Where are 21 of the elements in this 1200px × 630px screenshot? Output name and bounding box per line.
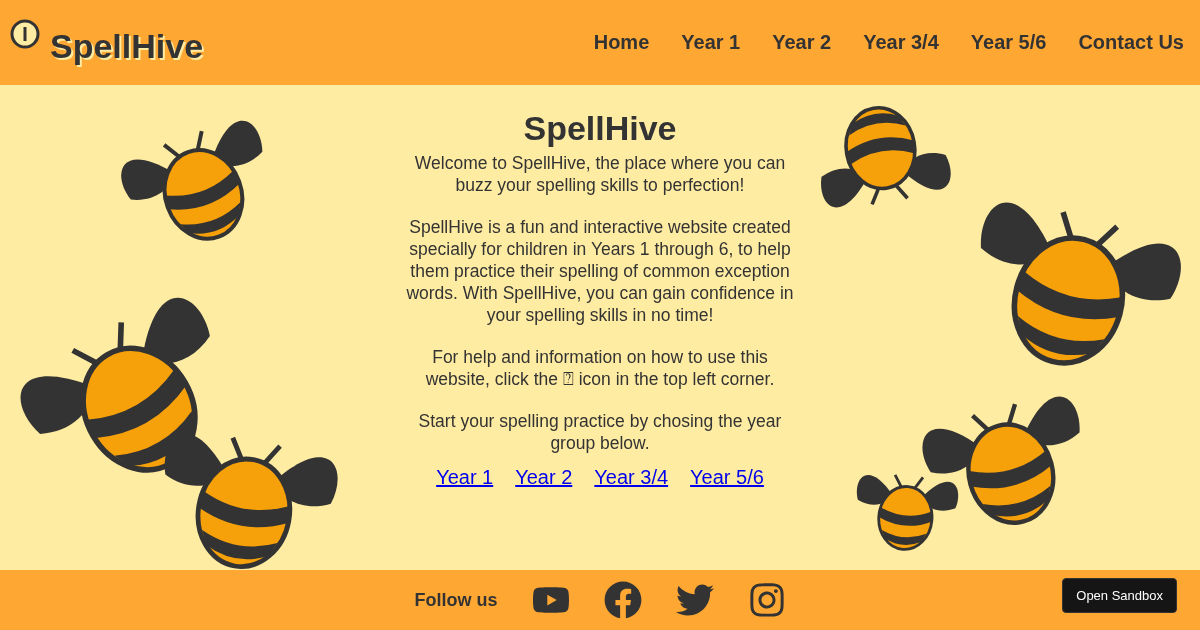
year-link[interactable]: Year 1 <box>436 466 494 489</box>
intro-paragraph: For help and information on how to use this website, click the ⍰ icon in the top left corner. <box>424 346 776 390</box>
site-logo[interactable]: SpellHive <box>50 27 204 66</box>
nav-link[interactable]: Year 5/6 <box>970 31 1047 54</box>
camera-icon[interactable] <box>747 581 786 619</box>
nav-link[interactable]: Home <box>593 31 650 54</box>
intro-paragraph: Start your spelling practice by chosing the year group below. <box>417 410 783 454</box>
year-link[interactable]: Year 5/6 <box>690 466 764 489</box>
follow-label: Follow us <box>414 589 498 611</box>
intro-paragraph: Welcome to SpellHive, the place where you can buzz your spelling skills to perfection! <box>413 152 787 196</box>
nav-link[interactable]: Year 2 <box>772 31 832 54</box>
year-link[interactable]: Year 3/4 <box>594 466 669 489</box>
nav-link[interactable]: Year 1 <box>681 31 741 54</box>
page-title: SpellHive <box>523 109 677 148</box>
year-link[interactable]: Year 2 <box>515 466 573 489</box>
f-letter-icon[interactable] <box>603 581 642 619</box>
nav-link[interactable]: Contact Us <box>1078 31 1184 54</box>
open-sandbox-button[interactable]: Open Sandbox <box>1062 578 1177 613</box>
nav-link[interactable]: Year 3/4 <box>863 31 939 54</box>
intro-paragraph: SpellHive is a fun and interactive website created specially for children in Years 1 through 6, to help them practice their spelling of common exception words. With SpellHive, you can gain confidence in your spelling skills in no time! <box>405 216 795 326</box>
info-icon[interactable] <box>10 19 40 49</box>
